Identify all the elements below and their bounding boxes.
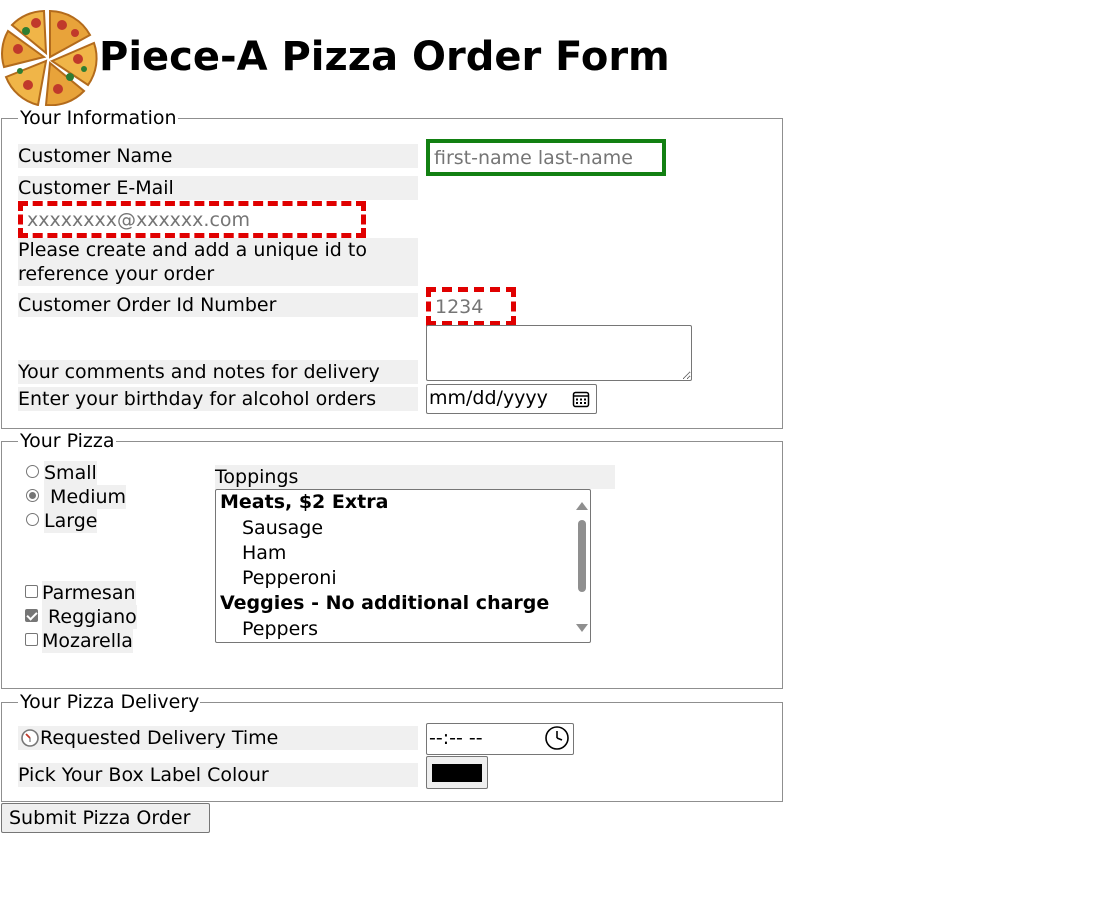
order-id-input[interactable] bbox=[426, 287, 516, 326]
scrollbar-thumb[interactable] bbox=[578, 520, 586, 592]
size-medium-label: Medium bbox=[44, 485, 127, 509]
cheese-reggiano-checkbox[interactable] bbox=[25, 609, 38, 622]
birthday-date-value: mm/dd/yyyy bbox=[429, 387, 548, 409]
birthday-date-input[interactable]: mm/dd/yyyy bbox=[426, 384, 597, 414]
pizza-legend: Your Pizza bbox=[18, 429, 116, 453]
delivery-legend: Your Pizza Delivery bbox=[18, 690, 201, 714]
customer-email-label: Customer E-Mail bbox=[18, 176, 418, 200]
cheese-mozarella-checkbox[interactable] bbox=[25, 633, 38, 646]
scroll-down-arrow-icon[interactable] bbox=[576, 624, 588, 632]
delivery-time-value: --:-- -- bbox=[429, 727, 483, 749]
size-medium-radio[interactable] bbox=[26, 489, 39, 502]
topping-option-peppers[interactable]: Peppers bbox=[220, 617, 318, 642]
customer-name-label: Customer Name bbox=[18, 144, 418, 168]
toppings-scrollbar[interactable] bbox=[574, 491, 589, 641]
delivery-comments-label: Your comments and notes for delivery bbox=[18, 360, 418, 384]
calendar-icon[interactable] bbox=[572, 390, 590, 408]
box-colour-picker[interactable] bbox=[426, 756, 488, 789]
birthday-label: Enter your birthday for alcohol orders bbox=[18, 387, 418, 411]
scroll-up-arrow-icon[interactable] bbox=[576, 502, 588, 510]
toppings-label: Toppings bbox=[215, 465, 615, 489]
cheese-reggiano-label: Reggiano bbox=[42, 605, 137, 629]
delivery-fieldset: Your Pizza Delivery Requested Delivery T… bbox=[1, 690, 783, 802]
cheese-parmesan-checkbox[interactable] bbox=[25, 585, 38, 598]
size-small-radio[interactable] bbox=[26, 465, 39, 478]
submit-order-button[interactable]: Submit Pizza Order bbox=[1, 803, 210, 833]
page-title: Piece-A Pizza Order Form bbox=[99, 34, 670, 80]
page-header: Piece-A Pizza Order Form bbox=[0, 5, 800, 107]
delivery-time-label: Requested Delivery Time bbox=[18, 726, 418, 750]
customer-name-input[interactable] bbox=[426, 139, 666, 176]
pizza-logo-icon bbox=[1, 9, 98, 107]
size-small-label: Small bbox=[44, 461, 97, 485]
box-colour-label: Pick Your Box Label Colour bbox=[18, 763, 418, 787]
topping-option-pepperoni[interactable]: Pepperoni bbox=[220, 566, 337, 591]
size-large-radio[interactable] bbox=[26, 513, 39, 526]
toppings-group-veggies: Veggies - No additional charge bbox=[220, 592, 550, 614]
customer-email-input[interactable] bbox=[18, 201, 366, 238]
order-id-label: Customer Order Id Number bbox=[18, 293, 418, 317]
topping-option-sausage[interactable]: Sausage bbox=[220, 516, 323, 541]
colour-swatch bbox=[432, 764, 482, 782]
information-legend: Your Information bbox=[18, 106, 178, 130]
delivery-time-input[interactable]: --:-- -- bbox=[426, 723, 574, 755]
toppings-group-meats: Meats, $2 Extra bbox=[220, 491, 389, 513]
toppings-listbox[interactable]: Meats, $2 Extra Sausage Ham Pepperoni Ve… bbox=[215, 489, 591, 643]
stopwatch-icon bbox=[21, 729, 39, 747]
size-large-label: Large bbox=[44, 509, 98, 533]
cheese-mozarella-label: Mozarella bbox=[42, 629, 133, 653]
pizza-fieldset: Your Pizza Small Medium Large Parmesan R… bbox=[1, 429, 783, 689]
topping-option-ham[interactable]: Ham bbox=[220, 541, 286, 566]
clock-icon[interactable] bbox=[544, 725, 570, 751]
information-fieldset: Your Information Customer Name Customer … bbox=[1, 106, 783, 429]
order-id-prompt: Please create and add a unique id to ref… bbox=[18, 238, 418, 286]
delivery-comments-textarea[interactable] bbox=[426, 325, 692, 381]
delivery-time-label-text: Requested Delivery Time bbox=[40, 727, 279, 749]
cheese-parmesan-label: Parmesan bbox=[42, 581, 136, 605]
